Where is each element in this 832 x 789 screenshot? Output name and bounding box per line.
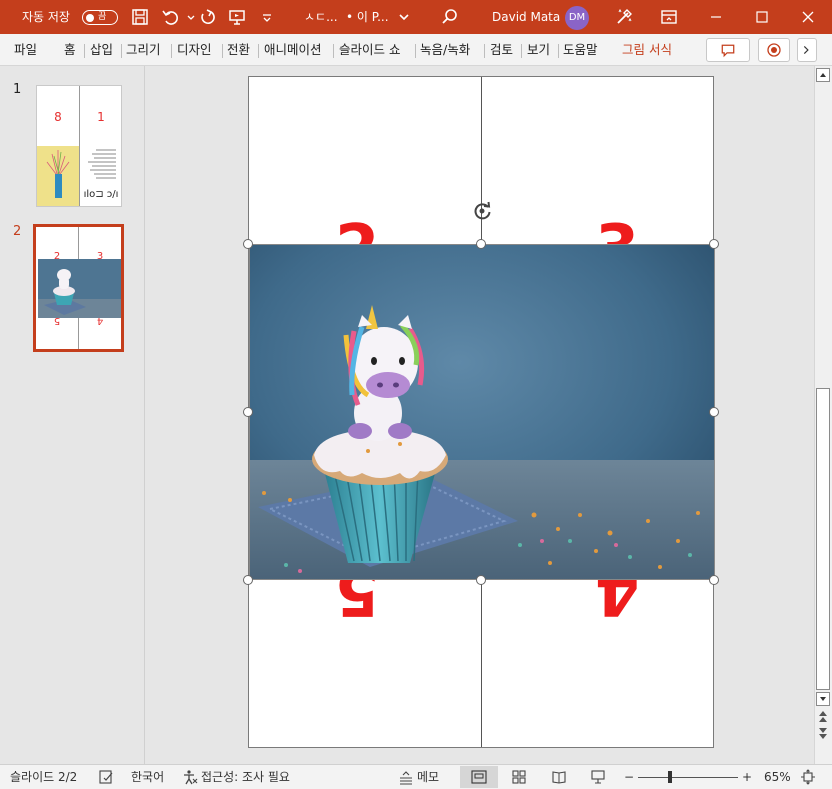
status-bar: 슬라이드 2/2 한국어 접근성: 조사 필요 메모 − + 65% — [0, 764, 832, 789]
zoom-slider-track[interactable] — [638, 777, 738, 778]
resize-handle-top-left[interactable] — [243, 239, 253, 249]
tab-separator — [415, 44, 416, 58]
accessibility-status[interactable]: 접근성: 조사 필요 — [201, 765, 290, 789]
tab-separator — [521, 44, 522, 58]
resize-handle-bottom[interactable] — [476, 575, 486, 585]
tab-separator — [258, 44, 259, 58]
thumbnail-picture — [37, 146, 79, 206]
tab-separator — [121, 44, 122, 58]
resize-handle-left[interactable] — [243, 407, 253, 417]
thumbnail-divider — [79, 86, 80, 206]
thumbnail-number: 2 — [13, 224, 22, 239]
autosave-label: 자동 저장 — [22, 10, 70, 24]
slide-thumbnail-2[interactable]: 2 3 5 4 — [33, 224, 124, 352]
slide-thumbnail-1[interactable]: 8 1 ılo⊐ ɔ/ı — [36, 85, 122, 207]
zoom-percent[interactable]: 65% — [764, 765, 791, 789]
cupcake-image — [250, 245, 714, 579]
tab-slideshow[interactable]: 슬라이드 쇼 — [339, 34, 400, 66]
tab-separator — [484, 44, 485, 58]
slide-indicator: 슬라이드 2/2 — [10, 770, 78, 784]
scroll-down-icon[interactable] — [816, 692, 830, 706]
minimize-icon[interactable] — [706, 7, 726, 27]
slideshow-view-icon[interactable] — [590, 769, 606, 785]
thumbnail-picture — [38, 259, 121, 318]
thumbnail-quadrant-label: 8 — [54, 110, 62, 124]
tab-picture-format[interactable]: 그림 서식 — [622, 34, 672, 66]
tab-animations[interactable]: 애니메이션 — [264, 34, 322, 66]
notes-icon[interactable] — [398, 769, 414, 785]
resize-handle-bottom-right[interactable] — [709, 575, 719, 585]
accessibility-icon[interactable] — [182, 769, 198, 785]
zoom-out-button[interactable]: − — [624, 765, 634, 789]
resize-handle-top[interactable] — [476, 239, 486, 249]
reading-view-icon[interactable] — [551, 769, 567, 785]
document-status[interactable]: • 이 P... — [346, 0, 389, 34]
tab-transitions[interactable]: 전환 — [227, 34, 250, 66]
language-indicator[interactable]: 한국어 — [131, 765, 164, 789]
spell-check-icon[interactable] — [98, 769, 114, 785]
thumbnail-number: 1 — [13, 82, 22, 97]
rotate-handle-icon[interactable] — [471, 200, 493, 222]
ribbon-more-button[interactable] — [797, 38, 817, 62]
tab-insert[interactable]: 삽입 — [90, 34, 113, 66]
ribbon-display-options-icon[interactable] — [659, 7, 679, 27]
next-slide-icon[interactable] — [817, 726, 829, 740]
close-icon[interactable] — [798, 7, 818, 27]
resize-handle-bottom-left[interactable] — [243, 575, 253, 585]
chevron-down-icon[interactable] — [394, 7, 409, 27]
undo-dropdown-icon[interactable] — [181, 7, 195, 27]
maximize-icon[interactable] — [752, 7, 772, 27]
tab-separator — [222, 44, 223, 58]
tab-separator — [558, 44, 559, 58]
tab-file[interactable]: 파일 — [14, 34, 37, 66]
document-title: ㅅㄷ... — [304, 10, 338, 24]
tab-help[interactable]: 도움말 — [563, 34, 598, 66]
thumbnail-caption: ılo⊐ ɔ/ı — [83, 189, 119, 200]
slide-sorter-view-icon[interactable] — [511, 769, 527, 785]
scrollbar-thumb[interactable] — [816, 388, 830, 690]
autosave-state: 끔 — [98, 12, 107, 22]
normal-view-button[interactable] — [460, 766, 498, 788]
tab-home[interactable]: 홈 — [64, 34, 76, 66]
undo-icon[interactable] — [160, 7, 180, 27]
scroll-up-icon[interactable] — [816, 68, 830, 82]
record-button[interactable] — [758, 38, 790, 62]
search-icon[interactable] — [440, 7, 460, 27]
fit-to-window-icon[interactable] — [800, 769, 816, 785]
user-name[interactable]: David Mata — [492, 0, 560, 34]
customize-toolbar-icon[interactable] — [257, 7, 271, 27]
thumbnail-quadrant-label: 1 — [97, 110, 105, 124]
tab-design[interactable]: 디자인 — [177, 34, 212, 66]
tab-separator — [171, 44, 172, 58]
resize-handle-top-right[interactable] — [709, 239, 719, 249]
avatar[interactable]: DM — [565, 6, 589, 30]
start-slideshow-icon[interactable] — [227, 7, 247, 27]
tab-review[interactable]: 검토 — [490, 34, 513, 66]
slide-canvas[interactable]: 2 3 5 4 — [243, 76, 719, 748]
cupcake-unicorn-picture[interactable] — [249, 244, 715, 580]
notes-button[interactable]: 메모 — [417, 765, 439, 789]
autosave-toggle[interactable]: 끔 — [82, 10, 118, 25]
tab-separator — [333, 44, 334, 58]
ribbon-tabs: 파일 홈 삽입 그리기 디자인 전환 애니메이션 슬라이드 쇼 녹음/녹화 검토… — [0, 34, 832, 66]
tab-view[interactable]: 보기 — [527, 34, 550, 66]
title-bar: 자동 저장 끔 ㅅㄷ... • 이 P... David Mata DM — [0, 0, 832, 34]
zoom-slider-thumb[interactable] — [668, 771, 672, 783]
redo-icon[interactable] — [197, 7, 217, 27]
previous-slide-icon[interactable] — [817, 710, 829, 724]
tab-separator — [84, 44, 85, 58]
resize-handle-right[interactable] — [709, 407, 719, 417]
toggle-knob — [86, 13, 94, 22]
comments-button[interactable] — [706, 38, 750, 62]
tab-draw[interactable]: 그리기 — [126, 34, 161, 66]
zoom-in-button[interactable]: + — [742, 765, 752, 789]
save-icon[interactable] — [130, 7, 150, 27]
designer-icon[interactable] — [614, 7, 634, 27]
tab-record[interactable]: 녹음/녹화 — [420, 34, 470, 66]
slide-thumbnail-pane: 1 8 1 ılo⊐ ɔ/ı 2 2 3 5 4 — [0, 66, 145, 764]
slide-editor: 2 3 5 4 — [146, 66, 814, 764]
thumbnail-text-lines — [82, 148, 120, 184]
vertical-scrollbar[interactable] — [814, 66, 832, 764]
